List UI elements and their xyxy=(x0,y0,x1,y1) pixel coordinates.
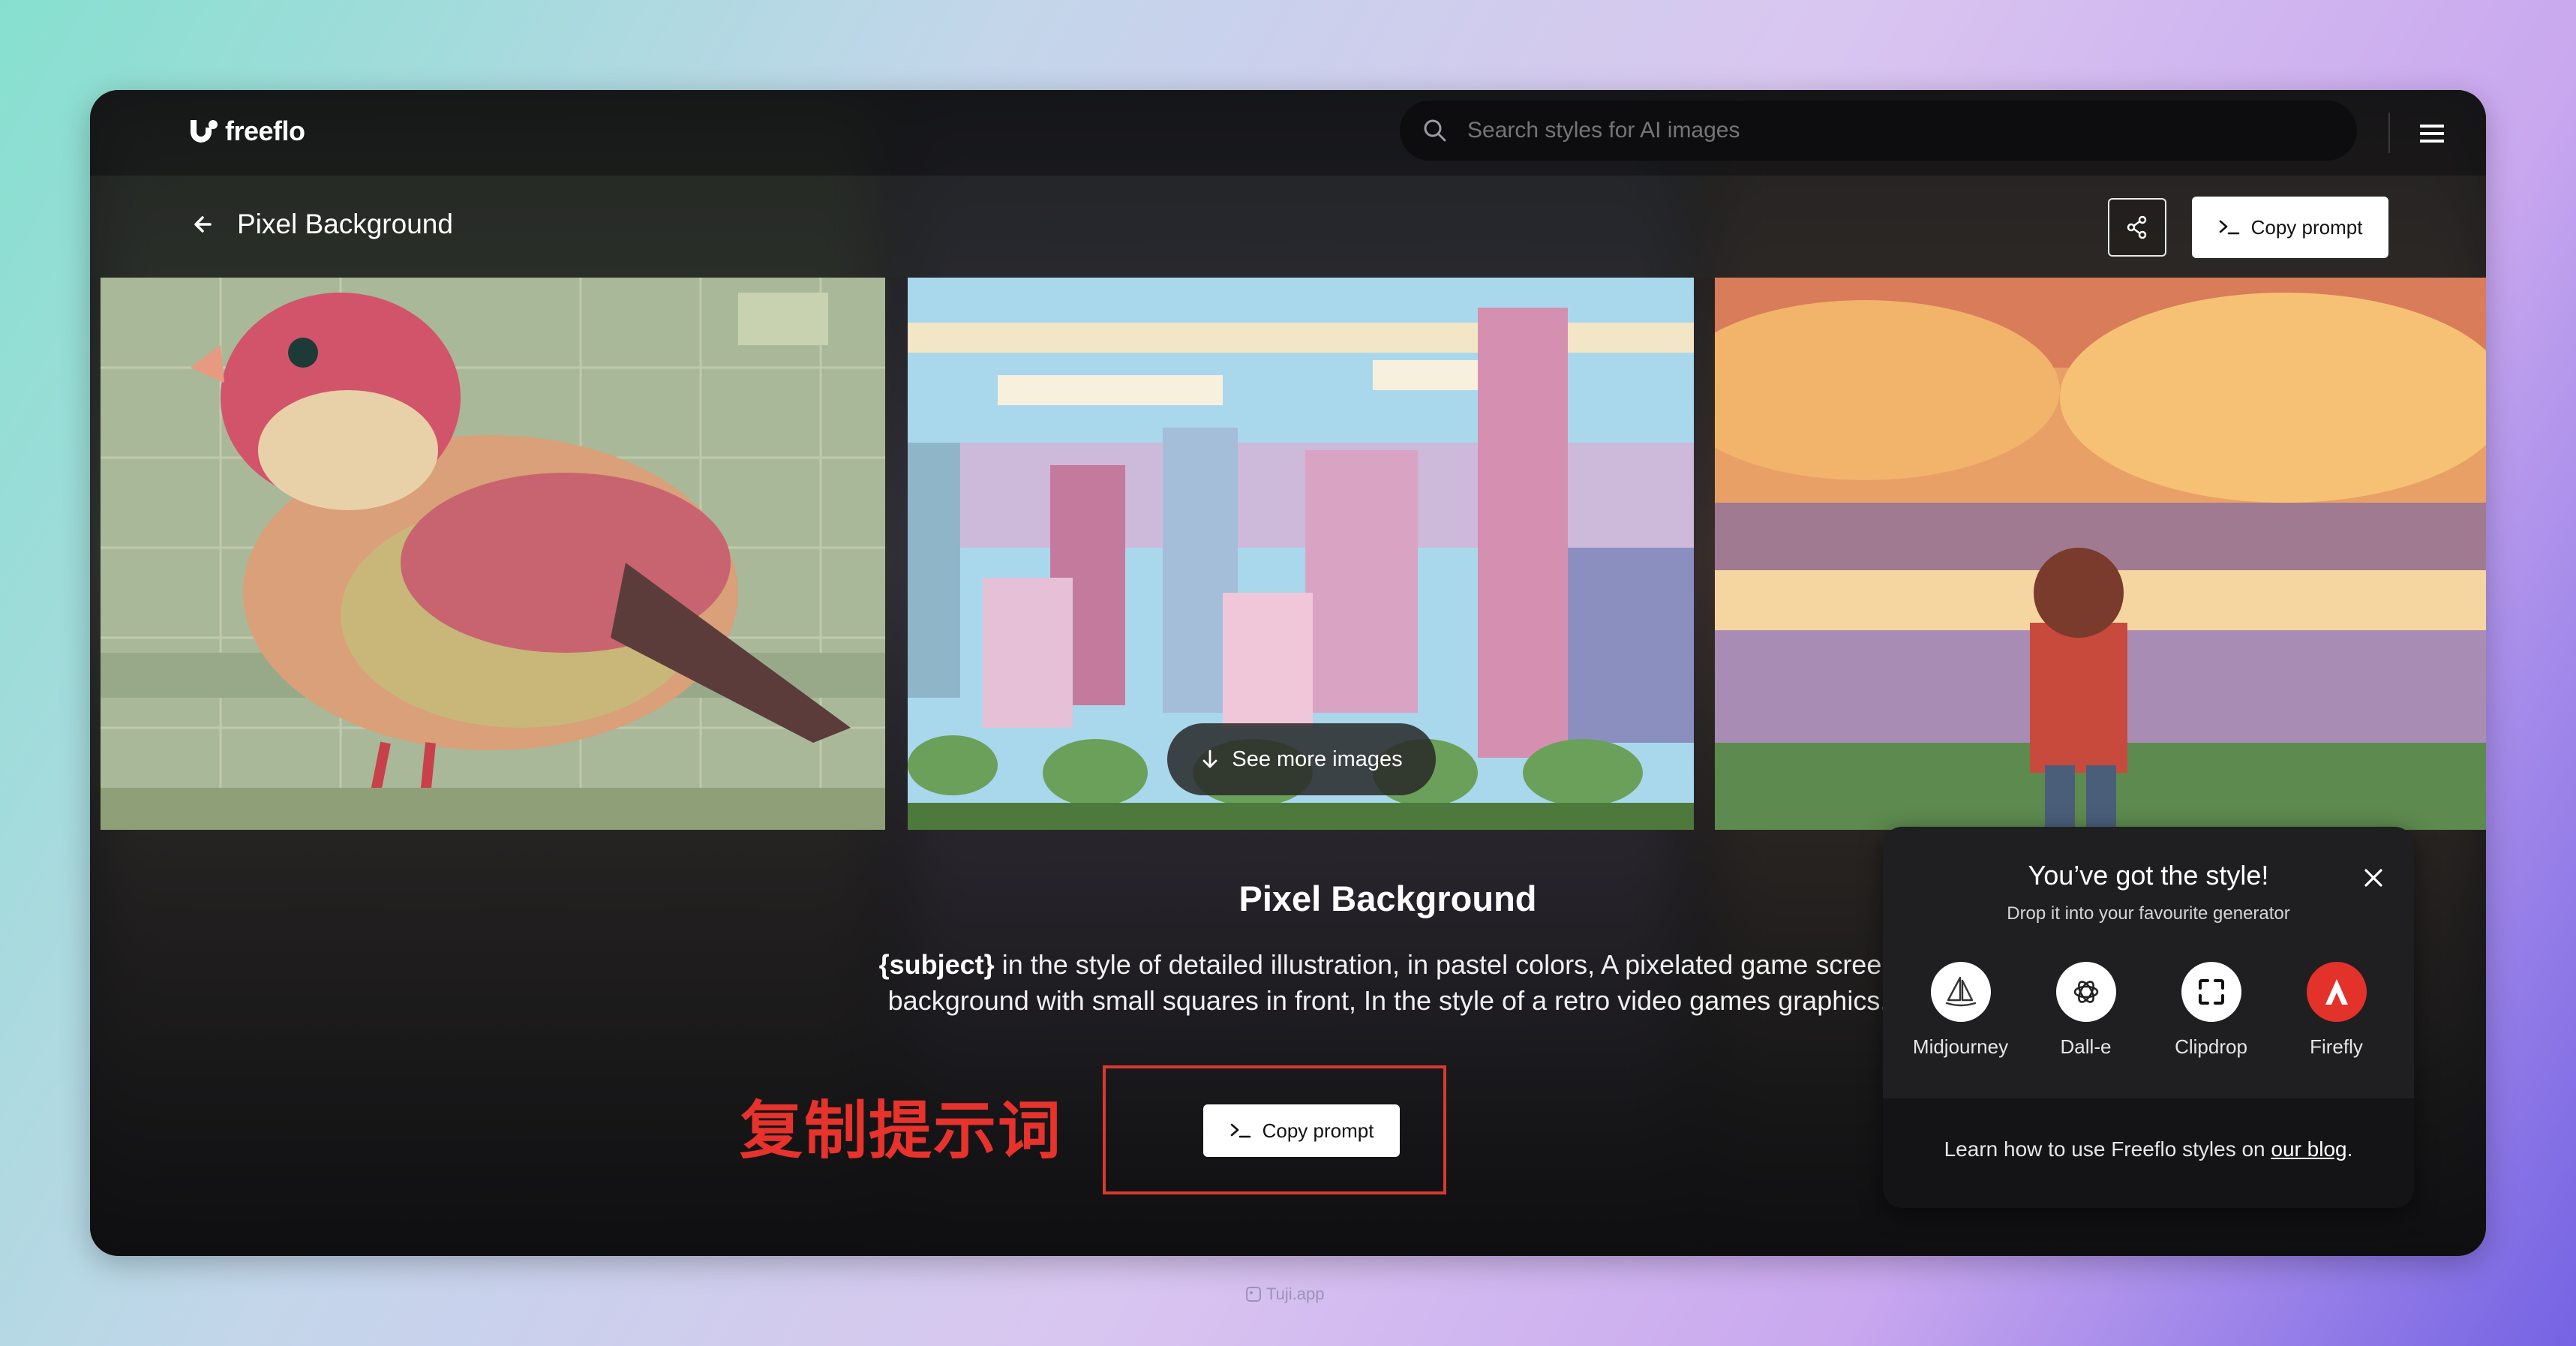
adobe-icon xyxy=(2325,979,2348,1005)
hamburger-menu-icon[interactable] xyxy=(2415,117,2448,150)
see-more-label: See more images xyxy=(1232,747,1403,771)
copy-prompt-label: Copy prompt xyxy=(2250,215,2363,239)
watermark: Tuji.app xyxy=(1245,1284,1324,1304)
popup-footer: Learn how to use Freeflo styles on our b… xyxy=(1883,1098,2414,1208)
share-icon xyxy=(2127,215,2147,239)
style-copied-popup: You’ve got the style! Drop it into your … xyxy=(1883,827,2414,1208)
popup-title: You’ve got the style! xyxy=(2028,860,2269,891)
generator-label: Dall-e xyxy=(2060,1035,2112,1058)
terminal-icon xyxy=(1230,1123,1250,1138)
generator-firefly[interactable]: Firefly xyxy=(2280,962,2393,1059)
annotation-label: 复制提示词 xyxy=(740,1095,1063,1166)
terminal-icon xyxy=(2219,220,2239,235)
pixel-art-sunset-image xyxy=(1715,278,2486,830)
logo-text: freeflo xyxy=(225,116,305,146)
pixel-art-bird-image xyxy=(101,278,885,830)
style-name: Pixel Background xyxy=(1238,879,1537,918)
blog-link[interactable]: our blog xyxy=(2271,1137,2346,1161)
share-button[interactable] xyxy=(2108,198,2166,257)
generator-clipdrop[interactable]: Clipdrop xyxy=(2155,962,2268,1059)
prompt-body: in the style of detailed illustration, i… xyxy=(887,949,1897,1016)
gallery-image-sunset[interactable] xyxy=(1715,278,2486,830)
generator-dalle[interactable]: Dall-e xyxy=(2030,962,2142,1059)
nav-divider xyxy=(2388,113,2390,153)
openai-icon xyxy=(2073,981,2098,1003)
arrow-left-icon[interactable] xyxy=(188,209,219,240)
tuji-logo-icon xyxy=(1246,1287,1261,1302)
page-title: Pixel Background xyxy=(237,209,453,239)
generator-label: Clipdrop xyxy=(2175,1035,2247,1058)
search-icon xyxy=(1424,119,1446,142)
watermark-text: Tuji.app xyxy=(1266,1284,1325,1303)
top-nav: freeflo xyxy=(90,90,2486,176)
popup-footer-text: Learn how to use Freeflo styles on our b… xyxy=(1944,1137,2353,1161)
sailboat-icon xyxy=(1945,976,1976,1007)
close-icon[interactable] xyxy=(2360,864,2387,891)
prompt-text: {subject} in the style of detailed illus… xyxy=(870,947,1905,1019)
popup-subtitle: Drop it into your favourite generator xyxy=(2007,903,2290,924)
generator-label: Firefly xyxy=(2310,1035,2363,1058)
copy-prompt-label: Copy prompt xyxy=(1262,1119,1374,1142)
generator-midjourney[interactable]: Midjourney xyxy=(1905,962,2017,1059)
copy-prompt-button-top[interactable]: Copy prompt xyxy=(2192,197,2388,258)
app-window: freeflo Pixel Background xyxy=(90,90,2486,1256)
search-bar[interactable] xyxy=(1400,101,2357,161)
generator-list: Midjourney Dall-e Clipdrop Firefly xyxy=(1898,962,2399,1059)
logo[interactable]: freeflo xyxy=(189,116,305,147)
see-more-images-button[interactable]: See more images xyxy=(1167,723,1436,795)
generator-label: Midjourney xyxy=(1912,1035,2009,1058)
gallery-image-bird[interactable] xyxy=(101,278,885,830)
clipdrop-icon xyxy=(2198,979,2224,1005)
arrow-down-icon xyxy=(1202,750,1217,768)
copy-prompt-button[interactable]: Copy prompt xyxy=(1203,1104,1400,1157)
prompt-subject-token: {subject} xyxy=(878,949,995,980)
search-input[interactable] xyxy=(1466,117,2357,144)
freeflo-logo-icon xyxy=(191,120,218,143)
